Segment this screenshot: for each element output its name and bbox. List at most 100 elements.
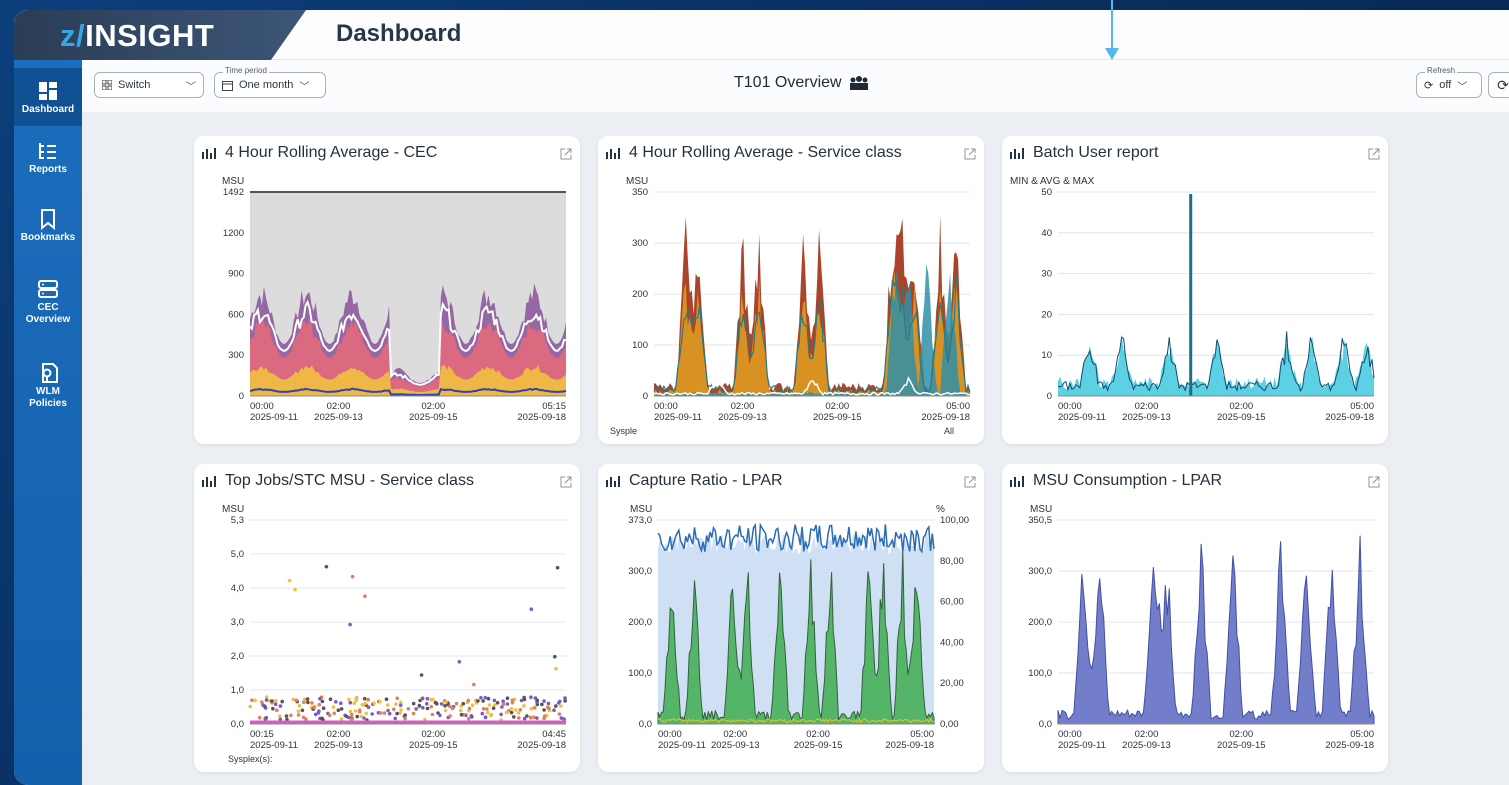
data-point bbox=[273, 702, 278, 706]
y-tick-label: 100,0 bbox=[628, 668, 652, 679]
x-tick-date: 2025-09-13 bbox=[1122, 412, 1171, 423]
y-tick-label: 100 bbox=[632, 340, 648, 351]
data-point bbox=[487, 703, 492, 707]
chevron-down-icon: ﹀ bbox=[1457, 81, 1468, 93]
x-tick-time: 02:00 bbox=[1135, 401, 1159, 412]
y-tick-label: 50 bbox=[1041, 187, 1052, 198]
data-point bbox=[411, 711, 416, 716]
data-point bbox=[392, 707, 396, 712]
data-point bbox=[485, 710, 490, 715]
data-point bbox=[501, 702, 506, 706]
data-point bbox=[519, 698, 524, 703]
sidebar-item-reports[interactable]: Reports bbox=[14, 140, 82, 186]
x-tick-date: 2025-09-11 bbox=[1058, 412, 1106, 423]
sidebar-item-bookmarks[interactable]: Bookmarks bbox=[14, 208, 82, 254]
chart-icon bbox=[606, 148, 620, 159]
refresh-dropdown[interactable]: Refresh ⟳ off ﹀ bbox=[1416, 66, 1482, 98]
x-tick-time: 02:00 bbox=[731, 401, 755, 412]
data-point bbox=[499, 712, 503, 717]
data-point bbox=[253, 698, 257, 703]
data-point bbox=[382, 711, 387, 715]
refresh-now-button[interactable]: ⟳ bbox=[1488, 72, 1509, 98]
chart: MSU350300200100000:002025-09-1102:002025… bbox=[626, 176, 971, 423]
dashboard-icon bbox=[39, 82, 57, 100]
y-tick-label: 300,0 bbox=[628, 566, 652, 577]
sidebar-item-cec-overview[interactable]: CEC Overview bbox=[14, 278, 82, 336]
external-link-icon[interactable] bbox=[560, 148, 572, 160]
data-point bbox=[546, 701, 551, 706]
card-rolling-avg-cec: 4 Hour Rolling Average - CEC MSU 1492 1200… bbox=[194, 136, 580, 444]
axis-unit-label: MSU bbox=[626, 176, 648, 187]
external-link-icon[interactable] bbox=[560, 476, 572, 488]
y-tick-label: 1,0 bbox=[231, 685, 244, 696]
x-tick-time: 00:00 bbox=[658, 729, 682, 740]
data-point bbox=[320, 699, 325, 704]
chart-icon bbox=[1010, 476, 1024, 487]
y-tick-label: 20 bbox=[1041, 309, 1052, 320]
data-point bbox=[466, 716, 471, 721]
data-point bbox=[293, 587, 297, 592]
data-point bbox=[553, 654, 557, 659]
data-point bbox=[533, 706, 537, 710]
data-point bbox=[472, 682, 476, 687]
x-tick-time: 00:00 bbox=[654, 401, 678, 412]
external-link-icon[interactable] bbox=[964, 476, 976, 488]
data-point bbox=[331, 705, 336, 709]
app-logo[interactable]: z/INSIGHT bbox=[60, 18, 214, 54]
data-point bbox=[433, 700, 438, 705]
calendar-icon bbox=[222, 80, 233, 91]
data-point bbox=[406, 707, 411, 711]
sysplex-filter-all[interactable]: All bbox=[944, 426, 954, 436]
x-tick-time: 02:00 bbox=[723, 729, 747, 740]
data-point bbox=[425, 696, 430, 701]
data-point bbox=[294, 698, 299, 703]
data-point bbox=[419, 673, 424, 677]
y-tick-label: 350,5 bbox=[1028, 515, 1052, 526]
data-point bbox=[411, 701, 416, 706]
data-point bbox=[273, 698, 278, 703]
data-point bbox=[533, 696, 538, 700]
x-tick-date: 2025-09-18 bbox=[517, 740, 566, 751]
y-tick-label: 1492 bbox=[223, 187, 244, 198]
data-point bbox=[264, 698, 269, 702]
y-tick-label: 100,0 bbox=[1028, 668, 1052, 679]
data-point bbox=[317, 709, 321, 713]
data-point bbox=[480, 711, 485, 716]
data-point bbox=[300, 708, 305, 713]
data-point bbox=[483, 695, 488, 700]
data-point bbox=[297, 704, 302, 708]
data-point bbox=[439, 702, 444, 706]
external-link-icon[interactable] bbox=[964, 148, 976, 160]
switch-dropdown[interactable]: Switch ﹀ bbox=[94, 72, 204, 98]
data-point bbox=[414, 707, 418, 711]
data-point bbox=[372, 701, 376, 706]
y-tick-label: 300 bbox=[228, 350, 244, 361]
data-point bbox=[366, 697, 370, 702]
data-point bbox=[350, 574, 355, 579]
sysplex-label: Sysple bbox=[610, 426, 638, 436]
data-point bbox=[318, 696, 322, 701]
card-rolling-avg-service-class: 4 Hour Rolling Average - Service class M… bbox=[598, 136, 984, 444]
sidebar-item-dashboard[interactable]: Dashboard bbox=[14, 68, 82, 126]
x-tick-time: 00:15 bbox=[250, 729, 274, 740]
sidebar-item-wlm-policies[interactable]: WLM Policies bbox=[14, 362, 82, 420]
external-link-icon[interactable] bbox=[1368, 476, 1380, 488]
data-point bbox=[261, 703, 265, 707]
x-tick-date: 2025-09-18 bbox=[1325, 412, 1374, 423]
data-point bbox=[504, 710, 509, 715]
chart: MSU5,3 5,0 4,0 3,0 2,0 1,0 0,0 00:152025-09-11 0… bbox=[222, 504, 567, 751]
data-point bbox=[403, 716, 407, 721]
x-tick-time: 00:00 bbox=[1058, 401, 1082, 412]
data-point bbox=[505, 702, 510, 706]
data-point bbox=[479, 696, 483, 700]
axis-unit-label: MIN & AVG & MAX bbox=[1010, 176, 1095, 187]
data-point bbox=[386, 708, 390, 713]
data-point bbox=[358, 709, 362, 714]
y-tick-label: 350 bbox=[632, 187, 648, 198]
data-point bbox=[517, 716, 521, 720]
time-period-dropdown[interactable]: Time period One month ﹀ bbox=[214, 66, 326, 98]
y-tick-label: 2,0 bbox=[231, 651, 244, 662]
data-point bbox=[483, 715, 488, 719]
external-link-icon[interactable] bbox=[1368, 148, 1380, 160]
data-point bbox=[467, 706, 472, 711]
